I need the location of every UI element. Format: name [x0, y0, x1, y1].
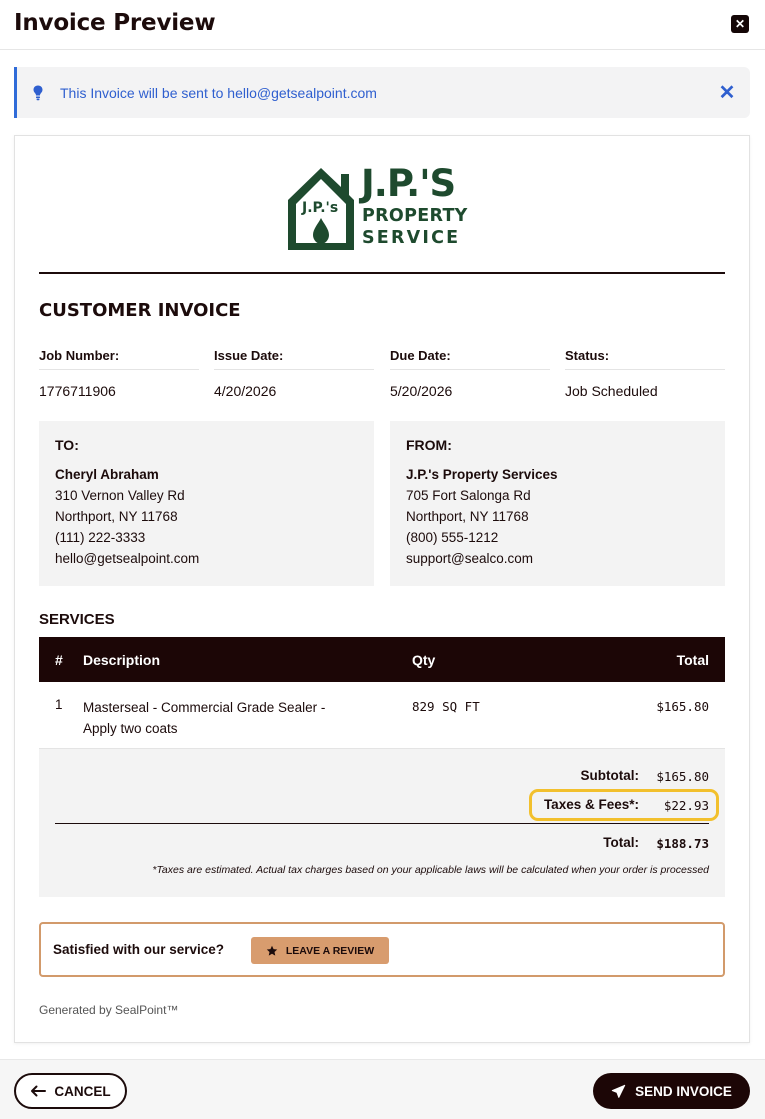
totals-divider: [55, 823, 709, 824]
house-logo-text: J.P.'s: [301, 200, 338, 216]
modal-footer: CANCEL SEND INVOICE: [0, 1059, 765, 1119]
bill-to-email: hello@getsealpoint.com: [55, 551, 200, 566]
row-total: $165.80: [656, 699, 709, 714]
cancel-button[interactable]: CANCEL: [14, 1073, 127, 1109]
invoice-card: J.P.'s J.P.'S PROPERTY SERVICE CUSTOMER …: [14, 135, 750, 1043]
info-banner: This Invoice will be sent to hello@getse…: [14, 67, 750, 118]
col-description: Description: [83, 652, 161, 668]
services-title: SERVICES: [39, 611, 115, 628]
tax-note: *Taxes are estimated. Actual tax charges…: [152, 864, 709, 876]
arrow-left-icon: [31, 1085, 47, 1097]
house-logo-icon: J.P.'s: [288, 168, 354, 250]
col-total: Total: [676, 652, 709, 668]
row-description-line2: Apply two coats: [83, 721, 178, 736]
review-prompt: Satisfied with our service?: [53, 942, 225, 957]
leave-review-button[interactable]: LEAVE A REVIEW: [251, 937, 389, 964]
bill-to-heading: TO:: [55, 437, 79, 453]
banner-close-icon[interactable]: ✕: [717, 81, 737, 104]
subtotal-label: Subtotal:: [580, 768, 640, 783]
modal-header: Invoice Preview ✕: [0, 0, 765, 50]
meta-label: Status:: [565, 348, 725, 370]
subtotal-value: $165.80: [656, 769, 709, 784]
meta-issue-date: Issue Date: 4/20/2026: [214, 348, 374, 399]
meta-value: 5/20/2026: [390, 383, 453, 399]
bill-from-city: Northport, NY 11768: [406, 509, 529, 524]
row-qty: 829 SQ FT: [412, 699, 480, 714]
leave-review-label: LEAVE A REVIEW: [285, 944, 375, 957]
bill-to-box: TO: Cheryl Abraham 310 Vernon Valley Rd …: [39, 421, 374, 586]
row-number: 1: [55, 697, 63, 712]
logo-text-property: PROPERTY: [362, 206, 468, 226]
row-description-line1: Masterseal - Commercial Grade Sealer -: [83, 700, 326, 715]
bill-from-box: FROM: J.P.'s Property Services 705 Fort …: [390, 421, 725, 586]
bill-from-name: J.P.'s Property Services: [406, 467, 558, 482]
invoice-title: CUSTOMER INVOICE: [39, 300, 241, 321]
services-table-header: # Description Qty Total: [39, 637, 725, 682]
taxes-value: $22.93: [663, 798, 709, 813]
total-value: $188.73: [656, 836, 709, 851]
bill-from-email: support@sealco.com: [406, 551, 534, 566]
col-number: #: [55, 652, 63, 668]
bill-from-heading: FROM:: [406, 437, 452, 453]
bill-from-street: 705 Fort Salonga Rd: [406, 488, 531, 503]
logo-text-jps: J.P.'S: [361, 162, 456, 205]
lightbulb-icon: [33, 85, 43, 101]
row-description: Masterseal - Commercial Grade Sealer - A…: [83, 697, 325, 739]
bill-to-city: Northport, NY 11768: [55, 509, 178, 524]
bill-to-name: Cheryl Abraham: [55, 467, 159, 482]
close-icon[interactable]: ✕: [731, 15, 749, 33]
meta-value: 1776711906: [39, 383, 116, 399]
generated-by: Generated by SealPoint™: [39, 1003, 179, 1017]
total-label: Total:: [603, 835, 639, 850]
bill-to-street: 310 Vernon Valley Rd: [55, 488, 185, 503]
meta-label: Issue Date:: [214, 348, 374, 370]
company-logo: J.P.'s J.P.'S PROPERTY SERVICE: [285, 160, 485, 252]
bill-from-phone: (800) 555-1212: [406, 530, 499, 545]
taxes-label: Taxes & Fees*:: [543, 797, 639, 812]
send-invoice-button[interactable]: SEND INVOICE: [593, 1073, 750, 1109]
review-box: Satisfied with our service? LEAVE A REVI…: [39, 922, 725, 977]
modal-title: Invoice Preview: [14, 10, 216, 36]
send-invoice-label: SEND INVOICE: [635, 1083, 732, 1099]
paper-plane-icon: [611, 1084, 626, 1098]
bill-to-phone: (111) 222-3333: [55, 530, 146, 545]
meta-job-number: Job Number: 1776711906: [39, 348, 199, 399]
star-icon: [266, 945, 278, 956]
totals-section: Subtotal: $165.80 Taxes & Fees*: $22.93 …: [39, 749, 725, 897]
meta-value: Job Scheduled: [565, 383, 658, 399]
col-qty: Qty: [412, 652, 436, 668]
meta-label: Job Number:: [39, 348, 199, 370]
logo-text-service: SERVICE: [362, 228, 461, 248]
meta-status: Status: Job Scheduled: [565, 348, 725, 399]
table-row: 1 Masterseal - Commercial Grade Sealer -…: [39, 682, 725, 749]
meta-value: 4/20/2026: [214, 383, 277, 399]
cancel-label: CANCEL: [54, 1083, 111, 1099]
banner-message: This Invoice will be sent to hello@getse…: [60, 85, 377, 101]
meta-label: Due Date:: [390, 348, 550, 370]
header-divider: [39, 272, 725, 274]
meta-due-date: Due Date: 5/20/2026: [390, 348, 550, 399]
